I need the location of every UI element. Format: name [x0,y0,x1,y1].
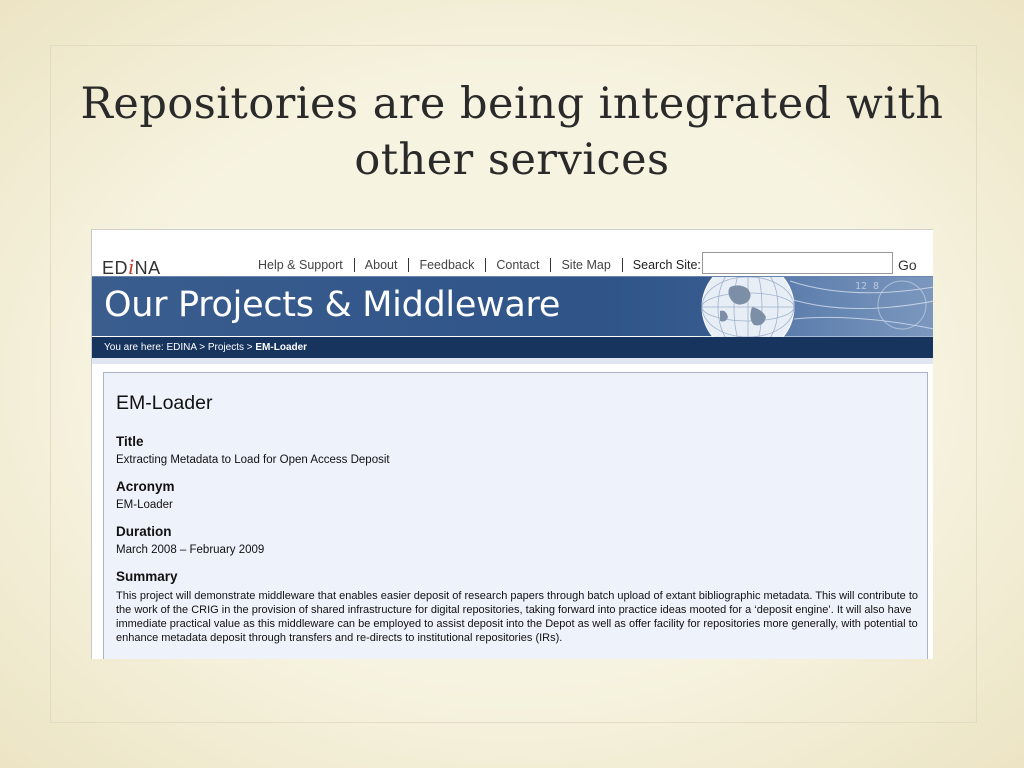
duration-label: Duration [116,524,172,539]
search-input[interactable] [702,252,893,274]
breadcrumb-current: EM-Loader [255,342,308,353]
title-label: Title [116,434,144,449]
logo-text-prefix: ED [102,258,129,278]
nav-divider [408,258,410,272]
website-screenshot: EDiNA Help & Support About Feedback Cont… [91,229,933,659]
acronym-label: Acronym [116,479,175,494]
search-label: Search Site: [632,258,701,272]
title-value: Extracting Metadata to Load for Open Acc… [116,454,390,466]
summary-text: This project will demonstrate middleware… [116,590,919,644]
page-banner: Our Projects & Middleware 12 8 [92,276,933,337]
nav-divider [353,258,355,272]
globe-banner-image: 12 8 [690,277,933,337]
logo-text-suffix: NA [134,258,161,278]
banner-title: Our Projects & Middleware [104,285,561,325]
project-panel: EM-Loader Title Extracting Metadata to L… [103,372,928,659]
summary-label: Summary [116,569,178,584]
nav-divider [485,258,487,272]
project-heading: EM-Loader [116,392,213,414]
nav-help-support[interactable]: Help & Support [258,258,354,272]
nav-divider [621,258,623,272]
go-button[interactable]: Go [898,257,917,273]
site-header: EDiNA Help & Support About Feedback Cont… [92,229,933,279]
nav-site-map[interactable]: Site Map [561,258,621,272]
nav-contact[interactable]: Contact [496,258,550,272]
top-nav: Help & Support About Feedback Contact Si… [258,258,705,272]
nav-divider [550,258,552,272]
svg-text:12 8: 12 8 [855,281,879,292]
nav-about[interactable]: About [365,258,409,272]
breadcrumb-path[interactable]: You are here: EDINA > Projects > [104,342,255,353]
slide-title: Repositories are being integrated with o… [60,76,964,188]
breadcrumb-underbar [92,358,933,364]
slide-title-line-1: Repositories are being integrated with [80,79,944,129]
acronym-value: EM-Loader [116,499,173,511]
nav-feedback[interactable]: Feedback [419,258,485,272]
breadcrumb: You are here: EDINA > Projects > EM-Load… [92,337,933,358]
slide-title-line-2: other services [354,135,670,185]
duration-value: March 2008 – February 2009 [116,544,265,556]
